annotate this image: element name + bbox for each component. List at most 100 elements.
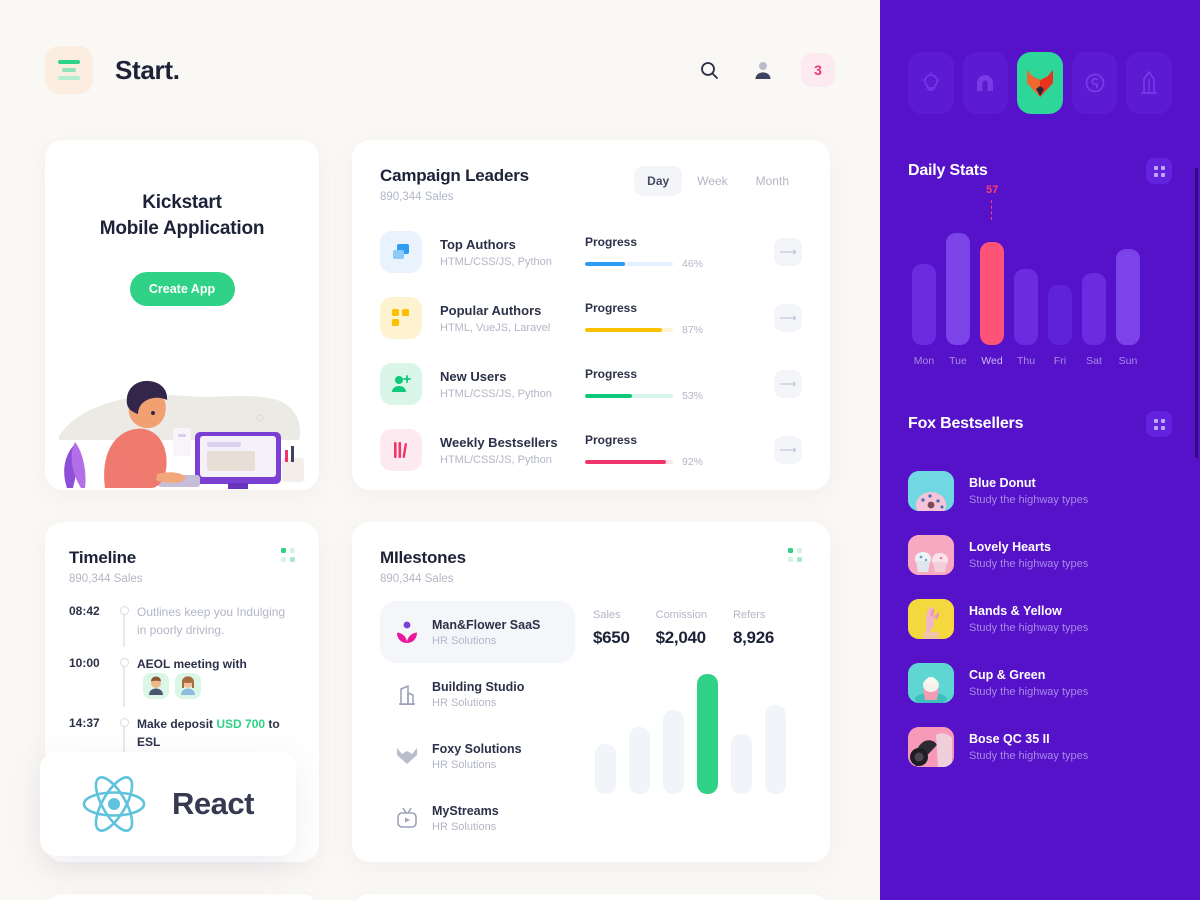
daily-axis-label: Sat (1086, 355, 1102, 367)
milestone-info: Building Studio HR Solutions (432, 680, 524, 709)
bestseller-info: Hands & Yellow Study the highway types (969, 604, 1088, 634)
milestone-row[interactable]: Foxy Solutions HR Solutions (380, 725, 575, 787)
kickstart-title-line2: Mobile Application (99, 218, 265, 240)
sidebar-nav-arch[interactable] (962, 52, 1009, 114)
campaign-row[interactable]: Weekly Bestsellers HTML/CSS/JS, Python P… (380, 417, 802, 483)
menu-lines-icon[interactable] (45, 46, 93, 94)
daily-bar-col (1014, 269, 1038, 345)
campaign-row[interactable]: Popular Authors HTML, VueJS, Laravel Pro… (380, 285, 802, 351)
progress-track (585, 261, 673, 266)
timeline-connector (123, 665, 125, 707)
sidebar-nav-lightbulb[interactable] (908, 52, 954, 114)
bestseller-row[interactable]: Bose QC 35 II Study the highway types (908, 715, 1172, 779)
row-peek (45, 894, 835, 900)
timeline-entry[interactable]: 08:42 Outlines keep you Indulging in poo… (69, 603, 295, 655)
progress-fill (585, 459, 666, 464)
drag-dots-icon[interactable] (1146, 411, 1172, 437)
brand-logo[interactable]: Start. (45, 46, 180, 94)
react-atom-icon (82, 776, 146, 832)
drag-dots-icon[interactable] (281, 548, 295, 562)
chevron-right-icon[interactable]: ⟶ (774, 370, 802, 398)
chevron-right-icon[interactable]: ⟶ (774, 436, 802, 464)
daily-bar (946, 233, 970, 345)
stat-item: Sales $650 (593, 609, 630, 648)
timeline-marker (111, 715, 137, 759)
row-top: Kickstart Mobile Application Create App (45, 140, 835, 490)
campaign-progress: Progress 46% (585, 235, 715, 270)
sidebar-nav-nine[interactable] (1071, 52, 1118, 114)
tab-week[interactable]: Week (684, 166, 740, 196)
daily-bar-col (946, 233, 970, 345)
campaign-row-desc: HTML, VueJS, Laravel (440, 321, 551, 334)
milestones-body: Man&Flower SaaS HR Solutions Building St… (380, 601, 802, 849)
stat-label: Refers (732, 609, 766, 621)
create-app-button[interactable]: Create App (129, 272, 235, 307)
milestone-row[interactable]: Man&Flower SaaS HR Solutions (380, 601, 575, 663)
bestseller-row[interactable]: Cup & Green Study the highway types (908, 651, 1172, 715)
milestone-info: Foxy Solutions HR Solutions (432, 742, 522, 771)
bestseller-info: Bose QC 35 II Study the highway types (969, 732, 1088, 762)
milestones-bar-chart (593, 674, 802, 794)
bestseller-sub: Study the highway types (969, 558, 1089, 570)
campaign-row-list: Top Authors HTML/CSS/JS, Python Progress… (380, 219, 802, 483)
timeline-time: 14:37 (69, 716, 100, 730)
timeline-entry[interactable]: 10:00 AEOL meeting with (69, 655, 295, 715)
sidebar-scrollbar[interactable] (1195, 168, 1198, 458)
milestone-name: Man&Flower SaaS (432, 617, 541, 632)
milestone-bar (663, 710, 684, 794)
user-icon[interactable] (747, 54, 779, 86)
campaign-title: Campaign Leaders (380, 166, 529, 185)
campaign-row-desc: HTML/CSS/JS, Python (440, 453, 552, 466)
timeline-dot (119, 658, 129, 667)
bestseller-info: Blue Donut Study the highway types (969, 476, 1088, 506)
campaign-row-name: Popular Authors (440, 302, 542, 318)
daily-stats-chart: 57 (908, 184, 1172, 345)
milestone-bar (697, 674, 718, 794)
timeline-time: 08:42 (69, 604, 100, 618)
headphones-photo (908, 727, 954, 767)
stat-item: Refers 8,926 (733, 609, 774, 648)
donut-photo (908, 471, 954, 511)
timeline-connector (123, 613, 125, 647)
chevron-right-icon[interactable]: ⟶ (774, 304, 802, 332)
notification-badge[interactable]: 3 (801, 53, 835, 87)
react-badge-card[interactable]: React (40, 752, 296, 856)
bestseller-name: Hands & Yellow (969, 604, 1062, 618)
chevron-right-icon[interactable]: ⟶ (774, 238, 802, 266)
stat-row: Sales $650 Comission $2,040 Refers 8,926 (593, 601, 802, 648)
daily-bar-col (1082, 273, 1106, 345)
bestseller-info: Lovely Hearts Study the highway types (969, 540, 1088, 570)
main-panel: Start. 3 Kickstart Mobile Application Cr… (0, 0, 880, 900)
tab-month[interactable]: Month (743, 166, 802, 196)
milestones-subtitle: 890,344 Sales (380, 573, 454, 585)
drag-dots-icon[interactable] (1146, 158, 1172, 184)
milestone-sub: HR Solutions (432, 820, 497, 833)
campaign-row[interactable]: New Users HTML/CSS/JS, Python Progress 5… (380, 351, 802, 417)
search-icon[interactable] (693, 54, 725, 86)
progress-bar-line: 53% (585, 390, 715, 402)
progress-percent: 92% (682, 455, 704, 468)
bestseller-row[interactable]: Blue Donut Study the highway types (908, 459, 1172, 523)
sidebar-nav-fox[interactable] (1017, 52, 1063, 114)
timeline-marker (111, 603, 137, 647)
stat-label: Sales (593, 609, 621, 621)
window-icon (380, 231, 422, 273)
milestone-row[interactable]: MyStreams HR Solutions (380, 787, 575, 849)
milestone-info: Man&Flower SaaS HR Solutions (432, 618, 540, 647)
person-at-desk-illustration (59, 380, 304, 489)
campaign-row[interactable]: Top Authors HTML/CSS/JS, Python Progress… (380, 219, 802, 285)
milestone-bar (595, 743, 616, 794)
daily-axis-label: Thu (1016, 355, 1036, 367)
kickstart-title: Kickstart Mobile Application (45, 190, 319, 242)
sidebar-nav-tower[interactable] (1126, 52, 1172, 114)
timeline-header: Timeline 890,344 Sales (69, 548, 295, 585)
tab-day[interactable]: Day (634, 166, 683, 196)
avatar (143, 673, 169, 699)
milestone-name: MyStreams (432, 803, 499, 818)
bestsellers-list: Blue Donut Study the highway types Lovel… (908, 459, 1172, 779)
drag-dots-icon[interactable] (788, 548, 802, 562)
milestone-row[interactable]: Building Studio HR Solutions (380, 663, 575, 725)
bestseller-sub: Study the highway types (969, 494, 1089, 506)
bestseller-row[interactable]: Hands & Yellow Study the highway types (908, 587, 1172, 651)
bestseller-row[interactable]: Lovely Hearts Study the highway types (908, 523, 1172, 587)
